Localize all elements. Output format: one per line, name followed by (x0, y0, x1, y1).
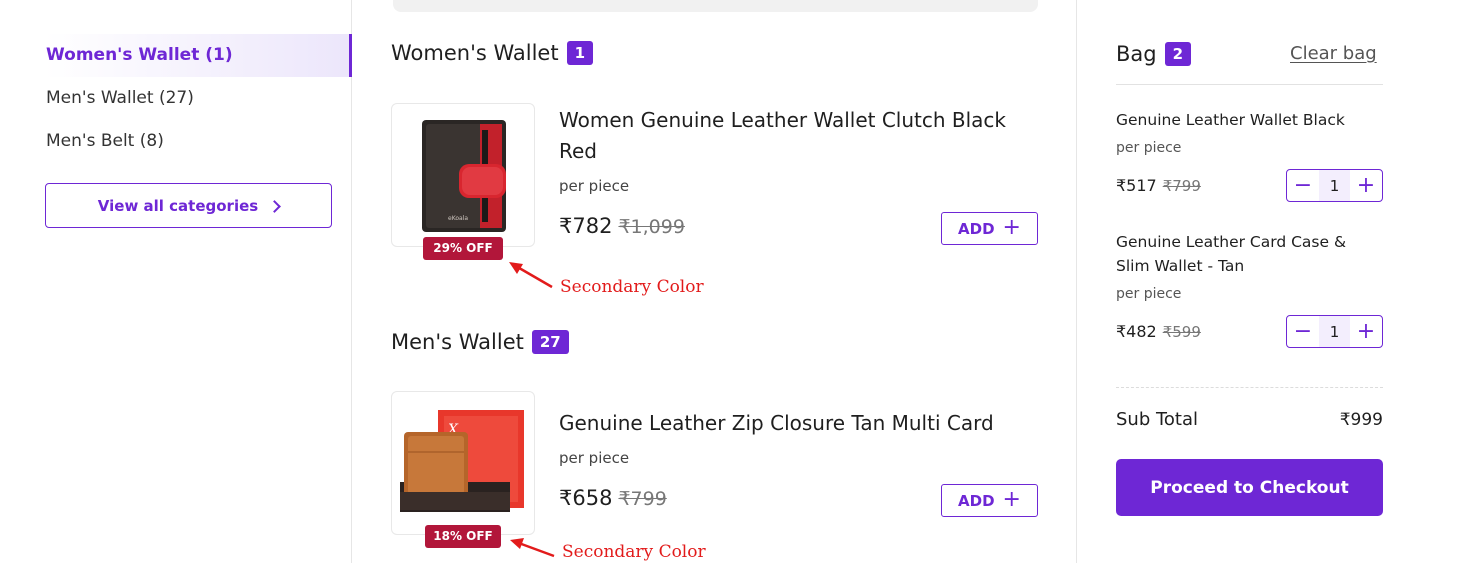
bag-title-text: Bag (1116, 42, 1157, 66)
view-all-categories-button[interactable]: View all categories (45, 183, 332, 228)
product-unit: per piece (559, 449, 630, 467)
category-sidebar: Women's Wallet (1) Men's Wallet (27) Men… (0, 0, 352, 563)
plus-icon[interactable]: + (1350, 316, 1382, 347)
sidebar-item-mens-belt[interactable]: Men's Belt (8) (45, 120, 352, 163)
divider (1116, 84, 1383, 85)
view-all-label: View all categories (97, 196, 259, 215)
plus-icon: + (1002, 214, 1021, 240)
sidebar-item-mens-wallet[interactable]: Men's Wallet (27) (45, 77, 352, 120)
plus-icon[interactable]: + (1350, 170, 1382, 201)
annotation-arrow-icon (510, 538, 555, 558)
product-price: ₹658 (559, 486, 613, 510)
product-mrp: ₹1,099 (618, 216, 685, 238)
section-count-badge: 1 (566, 41, 594, 65)
bag-item-mrp: ₹799 (1162, 177, 1201, 195)
bag-item-name: Genuine Leather Card Case & Slim Wallet … (1116, 233, 1347, 275)
minus-icon[interactable]: − (1287, 316, 1319, 347)
product-name[interactable]: Women Genuine Leather Wallet Clutch Blac… (559, 105, 1039, 167)
product-price-block: ₹658 ₹799 (559, 486, 667, 510)
section-title-mens-wallet: Men's Wallet 27 (391, 330, 569, 354)
tan-wallet-in-box-image: X (400, 410, 524, 512)
bag-item-name: Genuine Leather Wallet Black (1116, 111, 1345, 129)
bag-item-unit: per piece (1116, 140, 1182, 156)
black-red-wallet-image: eKoala (422, 120, 506, 232)
product-name[interactable]: Genuine Leather Zip Closure Tan Multi Ca… (559, 408, 1039, 439)
subtotal-value: ₹999 (1339, 410, 1383, 430)
product-price-block: ₹782 ₹1,099 (559, 214, 685, 238)
clear-bag-link[interactable]: Clear bag (1290, 43, 1377, 64)
product-unit: per piece (559, 177, 630, 195)
svg-text:eKoala: eKoala (448, 215, 468, 222)
annotation-label: Secondary Color (562, 542, 706, 562)
section-count-badge: 27 (531, 330, 569, 354)
product-mrp: ₹799 (618, 488, 667, 510)
product-image-tan-wallet[interactable]: X (391, 391, 535, 535)
add-to-bag-button[interactable]: ADD + (941, 212, 1038, 245)
discount-badge: 29% OFF (423, 237, 503, 260)
bag-count-badge: 2 (1164, 42, 1192, 66)
bag-title: Bag 2 (1116, 42, 1192, 66)
chevron-right-icon (268, 199, 282, 213)
plus-icon: + (1002, 486, 1021, 512)
product-price: ₹782 (559, 214, 613, 238)
divider (1116, 387, 1383, 388)
section-title-text: Men's Wallet (391, 330, 524, 354)
annotation-arrow-icon (509, 262, 553, 289)
quantity-stepper: − 1 + (1286, 315, 1383, 348)
sidebar-item-womens-wallet[interactable]: Women's Wallet (1) (45, 34, 352, 77)
section-title-text: Women's Wallet (391, 41, 559, 65)
add-to-bag-button[interactable]: ADD + (941, 484, 1038, 517)
bag-item-mrp: ₹599 (1162, 323, 1201, 341)
quantity-stepper: − 1 + (1286, 169, 1383, 202)
minus-icon[interactable]: − (1287, 170, 1319, 201)
proceed-to-checkout-button[interactable]: Proceed to Checkout (1116, 459, 1383, 516)
bag-item-price-block: ₹482 ₹599 (1116, 322, 1201, 341)
add-label: ADD (958, 491, 995, 510)
quantity-value: 1 (1319, 170, 1350, 201)
bag-item-unit: per piece (1116, 286, 1182, 302)
bag-item-price: ₹482 (1116, 322, 1157, 341)
add-label: ADD (958, 219, 995, 238)
search-bar-edge (393, 0, 1038, 12)
annotation-label: Secondary Color (560, 277, 704, 297)
section-title-womens-wallet: Women's Wallet 1 (391, 41, 594, 65)
discount-badge: 18% OFF (425, 525, 501, 548)
bag-item-price-block: ₹517 ₹799 (1116, 176, 1201, 195)
quantity-value: 1 (1319, 316, 1350, 347)
product-image-black-red-wallet[interactable]: eKoala (391, 103, 535, 247)
bag-item-price: ₹517 (1116, 176, 1157, 195)
subtotal-label: Sub Total (1116, 409, 1199, 430)
